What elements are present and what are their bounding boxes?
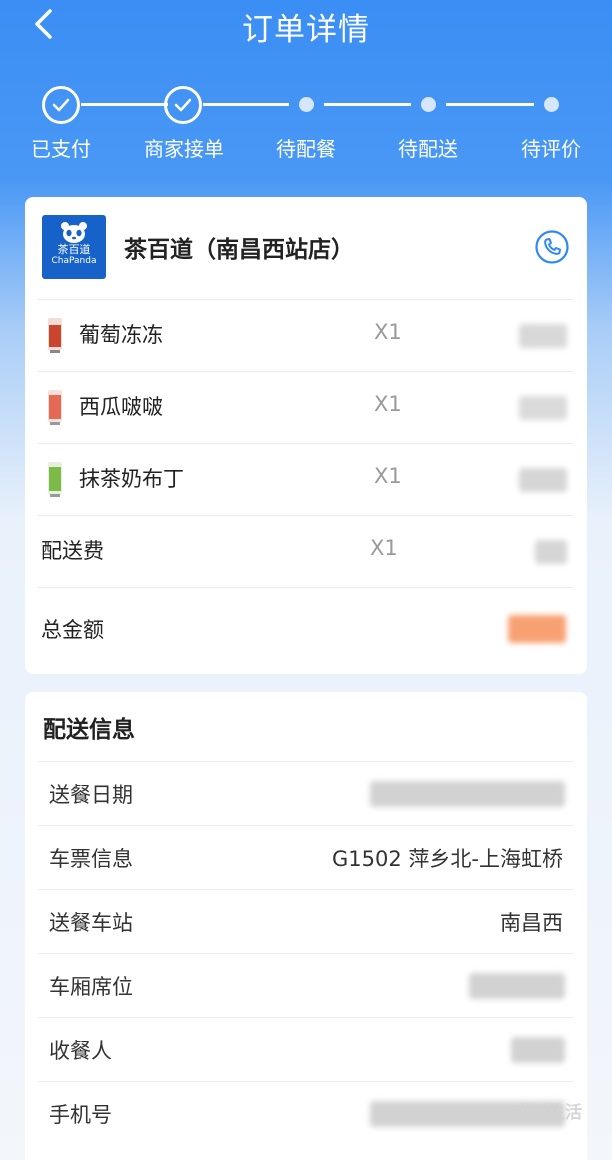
info-row-date: 送餐日期 xyxy=(38,761,574,825)
info-row-receiver: 收餐人 xyxy=(38,1017,574,1081)
step-label-delivering: 待配送 xyxy=(398,137,458,161)
total-label: 总金额 xyxy=(41,618,104,642)
station-value: 南昌西 xyxy=(500,911,563,935)
total-amount-blurred xyxy=(508,615,566,643)
delivery-fee-blurred xyxy=(535,540,567,564)
receiver-value-blurred xyxy=(511,1037,565,1063)
station-label: 送餐车站 xyxy=(49,911,133,935)
order-item-row: 葡萄冻冻 X1 xyxy=(38,299,574,371)
item-name: 抹茶奶布丁 xyxy=(79,467,184,491)
drink-thumbnail xyxy=(48,462,62,497)
header-bar: 订单详情 xyxy=(0,0,612,60)
ticket-label: 车票信息 xyxy=(49,847,133,871)
date-value-blurred xyxy=(370,781,565,807)
item-quantity: X1 xyxy=(374,392,402,416)
ticket-value: G1502 萍乡北-上海虹桥 xyxy=(332,847,563,871)
delivery-fee-label: 配送费 xyxy=(41,539,104,563)
item-price-blurred xyxy=(519,468,567,492)
progress-line xyxy=(446,103,534,106)
step-review-node xyxy=(544,97,559,112)
logo-text-en: ChaPanda xyxy=(51,256,97,266)
page-title: 订单详情 xyxy=(242,12,370,48)
panda-icon xyxy=(61,222,87,243)
step-accepted-node xyxy=(164,86,202,124)
drink-thumbnail xyxy=(48,318,62,353)
delivery-info-card: 配送信息 送餐日期 车票信息 G1502 萍乡北-上海虹桥 送餐车站 南昌西 车… xyxy=(25,692,587,1160)
logo-text-cn: 茶百道 xyxy=(57,243,91,256)
phone-label: 手机号 xyxy=(49,1103,112,1127)
order-item-row: 抹茶奶布丁 X1 xyxy=(38,443,574,515)
item-price-blurred xyxy=(519,396,567,420)
watermark: 咩叫生活 xyxy=(514,1103,582,1123)
receiver-label: 收餐人 xyxy=(49,1039,112,1063)
order-progress: 已支付 商家接单 待配餐 待配送 待评价 xyxy=(0,84,612,174)
call-store-button[interactable] xyxy=(534,229,570,265)
step-label-preparing: 待配餐 xyxy=(276,137,336,161)
step-label-accepted: 商家接单 xyxy=(144,137,224,161)
order-item-row: 西瓜啵啵 X1 xyxy=(38,371,574,443)
seat-label: 车厢席位 xyxy=(49,975,133,999)
section-title: 配送信息 xyxy=(43,717,135,743)
info-row-seat: 车厢席位 xyxy=(38,953,574,1017)
step-paid-node xyxy=(42,86,80,124)
delivery-fee-row: 配送费 X1 xyxy=(38,515,574,587)
item-price-blurred xyxy=(519,324,567,348)
progress-line xyxy=(81,103,168,106)
check-icon xyxy=(52,98,70,112)
step-delivering-node xyxy=(421,97,436,112)
progress-line xyxy=(203,103,289,106)
order-card: 茶百道 ChaPanda 茶百道（南昌西站店） 葡萄冻冻 X1 西瓜啵啵 X1 xyxy=(25,197,587,674)
total-row: 总金额 xyxy=(38,587,574,667)
step-label-paid: 已支付 xyxy=(31,137,91,161)
info-row-ticket: 车票信息 G1502 萍乡北-上海虹桥 xyxy=(38,825,574,889)
phone-icon xyxy=(535,230,569,264)
seat-value-blurred xyxy=(469,973,565,999)
step-label-review: 待评价 xyxy=(521,137,581,161)
item-name: 葡萄冻冻 xyxy=(79,323,163,347)
item-quantity: X1 xyxy=(374,320,402,344)
date-label: 送餐日期 xyxy=(49,783,133,807)
info-row-phone: 手机号 xyxy=(38,1081,574,1145)
delivery-fee-quantity: X1 xyxy=(370,536,398,560)
store-name: 茶百道（南昌西站店） xyxy=(124,237,354,263)
progress-line xyxy=(324,103,411,106)
item-name: 西瓜啵啵 xyxy=(79,395,163,419)
step-preparing-node xyxy=(299,97,314,112)
info-row-station: 送餐车站 南昌西 xyxy=(38,889,574,953)
store-logo: 茶百道 ChaPanda xyxy=(42,215,106,279)
drink-thumbnail xyxy=(48,390,62,425)
item-quantity: X1 xyxy=(374,464,402,488)
check-icon xyxy=(174,98,192,112)
